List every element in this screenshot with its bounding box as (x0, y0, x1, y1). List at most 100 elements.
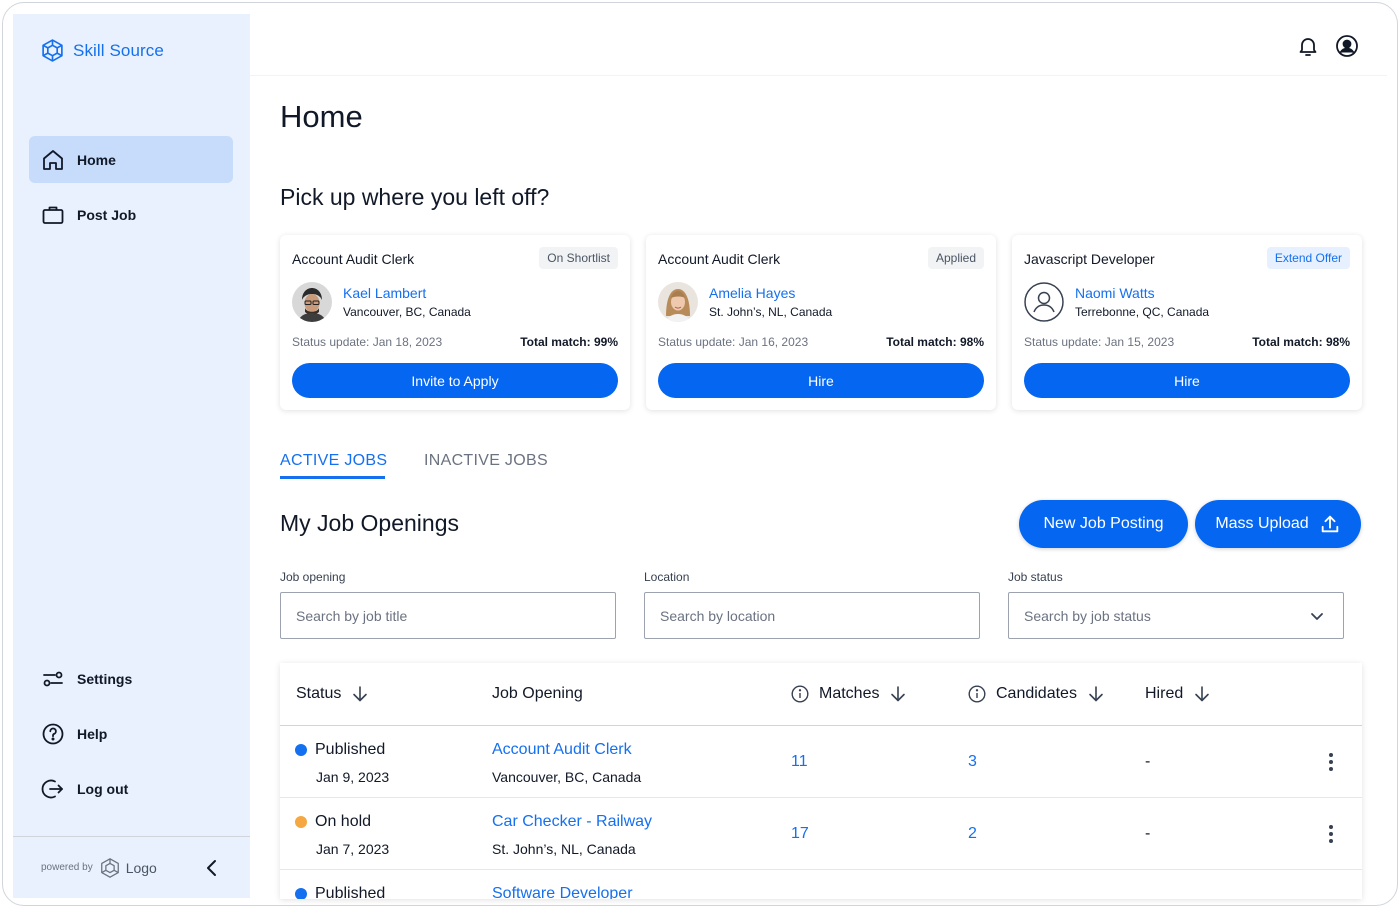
status-cell: Published (295, 885, 385, 899)
brand[interactable]: Skill Source (40, 38, 164, 63)
total-match: Total match: 98% (886, 335, 984, 349)
info-icon[interactable] (791, 685, 809, 703)
status-dot-icon (295, 888, 307, 899)
status-badge: Extend Offer (1266, 247, 1350, 269)
candidate-location: Vancouver, BC, Canada (343, 305, 471, 319)
sidebar-item-home[interactable]: Home (29, 136, 233, 183)
sidebar-item-help[interactable]: Help (29, 710, 233, 757)
more-options-icon[interactable] (1322, 822, 1340, 846)
home-icon (43, 149, 63, 170)
hire-button[interactable]: Hire (658, 363, 984, 398)
status-update: Status update: Jan 16, 2023 (658, 335, 808, 349)
sidebar-item-label: Post Job (77, 206, 137, 223)
avatar (1024, 282, 1064, 322)
matches-link[interactable]: 11 (791, 753, 808, 771)
job-opening-search-input[interactable] (296, 607, 615, 624)
column-header-hired[interactable]: Hired (1145, 685, 1211, 703)
candidate-name-link[interactable]: Amelia Hayes (709, 285, 795, 301)
info-icon[interactable] (968, 685, 986, 703)
section-title: Pick up where you left off? (280, 184, 550, 210)
mass-upload-button[interactable]: Mass Upload (1195, 500, 1361, 548)
logo-icon (100, 857, 119, 878)
collapse-sidebar-chevron-icon[interactable] (204, 859, 220, 877)
location-search-input[interactable] (660, 607, 979, 624)
job-status-placeholder: Search by job status (1024, 607, 1151, 624)
settings-sliders-icon (43, 671, 63, 686)
status-dot-icon (295, 744, 307, 756)
card-job-title: Javascript Developer (1024, 251, 1155, 267)
job-opening-link[interactable]: Account Audit Clerk (492, 741, 632, 759)
job-status-select[interactable]: Search by job status (1008, 592, 1344, 639)
status-update-label: Status update: (658, 335, 736, 349)
candidate-card: Javascript Developer Extend Offer Naomi … (1012, 235, 1362, 410)
column-header-candidates[interactable]: Candidates (968, 685, 1105, 703)
job-opening-link[interactable]: Software Developer (492, 885, 633, 899)
sidebar-item-post-job[interactable]: Post Job (29, 191, 233, 238)
candidate-name-link[interactable]: Kael Lambert (343, 285, 426, 301)
status-update-date: Jan 16, 2023 (738, 335, 809, 349)
app-window: Skill Source Home Post Job Settings Help… (2, 2, 1398, 906)
job-opening-link[interactable]: Car Checker - Railway (492, 813, 652, 831)
footer-logo: Logo (99, 857, 157, 879)
card-job-title: Account Audit Clerk (292, 251, 415, 267)
candidates-link[interactable]: 2 (968, 825, 977, 843)
job-opening-field (280, 592, 616, 639)
table-row: Published Software Developer (280, 870, 1362, 899)
profile-icon[interactable] (1335, 34, 1359, 58)
table-header: Status Job Opening Matches Candidates Hi… (280, 663, 1362, 726)
job-openings-table: Status Job Opening Matches Candidates Hi… (280, 663, 1362, 899)
sidebar-item-label: Help (77, 725, 108, 742)
page-title: Home (280, 99, 363, 134)
column-header-job-opening[interactable]: Job Opening (492, 685, 583, 703)
hire-button[interactable]: Hire (1024, 363, 1350, 398)
job-location: St. John’s, NL, Canada (492, 841, 636, 857)
sidebar-footer: powered by Logo (13, 836, 250, 898)
status-cell: On hold (295, 813, 371, 831)
matches-link[interactable]: 17 (791, 825, 809, 843)
candidates-link[interactable]: 3 (968, 753, 977, 771)
logout-icon (41, 779, 63, 798)
column-header-label: Hired (1145, 685, 1184, 702)
hired-count: - (1145, 825, 1151, 842)
status-dot-icon (295, 816, 307, 828)
status-update: Status update: Jan 18, 2023 (292, 335, 442, 349)
user-placeholder-icon (1024, 282, 1064, 322)
status-badge: Applied (927, 247, 984, 269)
hired-count: - (1145, 753, 1151, 770)
sidebar-item-label: Settings (77, 670, 133, 687)
posted-date: Jan 9, 2023 (316, 769, 390, 785)
top-bar (250, 14, 1387, 76)
sort-arrow-down-icon (891, 686, 906, 702)
new-job-posting-label: New Job Posting (1043, 515, 1164, 532)
logo-text: Logo (125, 859, 157, 876)
tab-active-jobs[interactable]: ACTIVE JOBS (280, 452, 387, 470)
new-job-posting-button[interactable]: New Job Posting (1019, 500, 1188, 548)
sidebar-item-logout[interactable]: Log out (29, 765, 233, 812)
total-match: Total match: 98% (1252, 335, 1350, 349)
more-options-icon[interactable] (1322, 750, 1340, 774)
candidate-location: Terrebonne, QC, Canada (1075, 305, 1210, 319)
upload-icon (1321, 515, 1338, 533)
card-job-title: Account Audit Clerk (658, 251, 781, 267)
sidebar: Skill Source Home Post Job Settings Help… (13, 14, 250, 898)
invite-to-apply-button[interactable]: Invite to Apply (292, 363, 618, 398)
column-header-status[interactable]: Status (296, 685, 369, 703)
sidebar-item-settings[interactable]: Settings (29, 655, 233, 702)
table-row: On hold Jan 7, 2023 Car Checker - Railwa… (280, 798, 1362, 870)
candidate-card: Account Audit Clerk Applied Amelia Hayes… (646, 235, 996, 410)
column-header-label: Candidates (996, 685, 1077, 702)
column-header-matches[interactable]: Matches (791, 685, 907, 703)
column-header-label: Status (296, 685, 342, 702)
total-match: Total match: 99% (520, 335, 618, 349)
location-field (644, 592, 980, 639)
candidate-name-link[interactable]: Naomi Watts (1075, 285, 1155, 301)
avatar-photo-icon (658, 282, 698, 322)
powered-by-text: powered by (41, 862, 93, 873)
column-header-label: Job Opening (492, 685, 583, 702)
tab-inactive-jobs[interactable]: INACTIVE JOBS (424, 452, 548, 470)
bell-icon[interactable] (1296, 34, 1320, 58)
avatar (292, 282, 332, 322)
status-update-date: Jan 18, 2023 (372, 335, 443, 349)
chevron-down-icon (1311, 613, 1323, 620)
job-location: Vancouver, BC, Canada (492, 769, 642, 785)
